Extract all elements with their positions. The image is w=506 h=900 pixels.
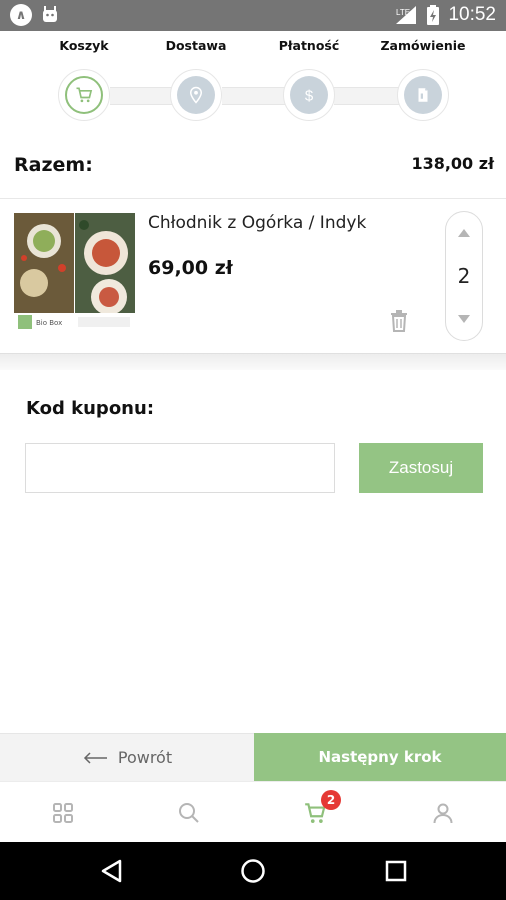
battery-icon bbox=[426, 4, 440, 26]
divider bbox=[0, 354, 506, 370]
step-zamowienie[interactable]: Zamówienie bbox=[368, 31, 478, 121]
tab-profile[interactable] bbox=[380, 782, 506, 843]
back-label: Powrót bbox=[117, 748, 173, 767]
chevron-down-icon bbox=[458, 315, 470, 323]
android-icon bbox=[40, 4, 60, 30]
step-koszyk[interactable]: Koszyk bbox=[29, 31, 139, 121]
next-step-button[interactable]: Następny krok bbox=[254, 733, 506, 781]
cart-item: Bio Box Chłodnik z Ogórka / Indyk 69,00 … bbox=[0, 198, 506, 354]
coupon-label: Kod kuponu: bbox=[26, 398, 155, 419]
dollar-icon: $ bbox=[305, 87, 314, 104]
product-name: Chłodnik z Ogórka / Indyk bbox=[148, 213, 367, 233]
trash-icon bbox=[391, 310, 407, 332]
location-pin-icon bbox=[189, 86, 203, 104]
quantity-value: 2 bbox=[457, 264, 471, 288]
step-circle bbox=[397, 69, 449, 121]
total-value: 138,00 zł bbox=[411, 154, 494, 173]
step-platnosc[interactable]: Płatność $ bbox=[254, 31, 364, 121]
step-connector bbox=[222, 87, 286, 105]
user-icon bbox=[433, 803, 453, 823]
total-label: Razem: bbox=[14, 154, 93, 176]
nav-recents-button[interactable] bbox=[381, 856, 411, 886]
triangle-back-icon bbox=[101, 859, 122, 883]
tab-search[interactable] bbox=[126, 782, 252, 843]
step-dostawa[interactable]: Dostawa bbox=[141, 31, 251, 121]
svg-text:$: $ bbox=[305, 87, 314, 104]
checkout-steps: Koszyk Dostawa Płatność $ Zamówienie bbox=[0, 31, 506, 131]
step-connector bbox=[334, 87, 406, 105]
total-row: Razem: 138,00 zł bbox=[0, 150, 506, 186]
back-button[interactable]: Powrót bbox=[0, 733, 254, 781]
nav-back-button[interactable] bbox=[97, 856, 127, 886]
chevron-up-icon bbox=[458, 229, 470, 237]
quantity-increase-button[interactable] bbox=[446, 218, 482, 248]
status-right-icons: LTE 10:52 bbox=[394, 4, 496, 26]
document-icon bbox=[418, 88, 428, 102]
signal-icon: LTE bbox=[394, 4, 418, 26]
image-caption: Bio Box bbox=[36, 319, 62, 327]
square-recents-icon bbox=[385, 860, 407, 882]
apply-coupon-button[interactable]: Zastosuj bbox=[359, 443, 483, 493]
step-label: Dostawa bbox=[165, 38, 227, 53]
nav-home-button[interactable] bbox=[238, 856, 268, 886]
step-label: Płatność bbox=[278, 38, 340, 53]
tab-bar: 2 bbox=[0, 781, 506, 842]
tab-grid[interactable] bbox=[0, 782, 126, 843]
arrow-left-icon bbox=[83, 751, 107, 764]
search-icon bbox=[179, 802, 199, 823]
step-circle: $ bbox=[283, 69, 335, 121]
grid-icon bbox=[53, 802, 73, 823]
step-label: Koszyk bbox=[59, 38, 109, 53]
quantity-decrease-button[interactable] bbox=[446, 304, 482, 334]
status-bar: ∧ LTE 10:52 bbox=[0, 0, 506, 31]
status-time: 10:52 bbox=[448, 4, 496, 25]
tab-cart[interactable]: 2 bbox=[253, 782, 379, 843]
product-image[interactable]: Bio Box bbox=[14, 213, 135, 331]
step-label: Zamówienie bbox=[380, 38, 466, 53]
svg-text:LTE: LTE bbox=[396, 8, 410, 17]
system-nav-bar bbox=[0, 842, 506, 900]
step-circle bbox=[58, 69, 110, 121]
step-circle bbox=[170, 69, 222, 121]
product-price: 69,00 zł bbox=[148, 257, 233, 279]
status-left-icons: ∧ bbox=[10, 4, 60, 30]
app-circle-icon: ∧ bbox=[10, 4, 32, 26]
delete-item-button[interactable] bbox=[388, 309, 410, 333]
coupon-input[interactable] bbox=[25, 443, 335, 493]
next-label: Następny krok bbox=[318, 748, 442, 766]
cart-badge: 2 bbox=[321, 790, 341, 810]
cart-icon bbox=[76, 87, 93, 103]
circle-home-icon bbox=[241, 859, 265, 883]
quantity-stepper[interactable]: 2 bbox=[445, 211, 483, 341]
action-bar: Powrót Następny krok bbox=[0, 733, 506, 781]
